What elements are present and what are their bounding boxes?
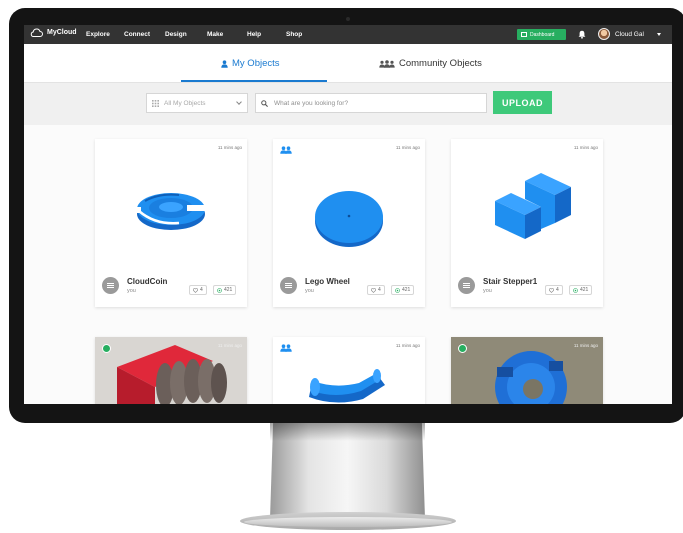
public-globe-icon [458, 344, 467, 353]
card-title[interactable]: Stair Stepper1 [483, 277, 537, 286]
public-globe-icon [102, 344, 111, 353]
dashboard-button[interactable]: Dashboard [517, 29, 566, 40]
tab-community-objects[interactable]: Community Objects [379, 58, 482, 69]
card-timestamp: 11 mins ago [395, 145, 420, 150]
object-thumbnail[interactable] [451, 153, 603, 263]
filter-dropdown[interactable]: All My Objects [146, 93, 248, 113]
cloud-logo-icon [30, 28, 43, 37]
search-field[interactable] [255, 93, 487, 113]
user-name[interactable]: Cloud Gal [615, 31, 644, 38]
person-icon [221, 59, 228, 68]
brand-name: MyCloud [47, 29, 77, 36]
card-title[interactable]: Lego Wheel [305, 277, 350, 286]
object-card[interactable]: 11 mins ago Lego Wheel you 4 421 [273, 139, 425, 307]
card-owner: you [127, 288, 136, 294]
owner-avatar[interactable] [102, 277, 119, 294]
views-badge[interactable]: 421 [391, 285, 415, 295]
owner-avatar[interactable] [280, 277, 297, 294]
likes-badge[interactable]: 4 [545, 285, 563, 295]
avatar[interactable] [598, 28, 610, 40]
card-timestamp: 11 mins ago [217, 343, 242, 348]
heart-icon [193, 287, 198, 293]
card-owner: you [305, 288, 314, 294]
heart-icon [371, 287, 376, 293]
eye-icon [573, 287, 578, 293]
screen: MyCloud Explore Connect Design Make Help… [24, 25, 672, 404]
nav-design[interactable]: Design [165, 31, 187, 38]
chevron-down-icon [236, 99, 242, 105]
monitor-base-front [244, 517, 452, 527]
logo[interactable]: MyCloud [30, 28, 77, 37]
upload-button[interactable]: UPLOAD [493, 91, 552, 114]
object-card[interactable]: 11 mins ago CloudCoin you 4 421 [95, 139, 247, 307]
object-tabs: My Objects Community Objects [24, 44, 672, 83]
nav-shop[interactable]: Shop [286, 31, 302, 38]
views-badge[interactable]: 421 [569, 285, 593, 295]
nav-explore[interactable]: Explore [86, 31, 110, 38]
search-bar-row: All My Objects UPLOAD [24, 83, 672, 125]
likes-badge[interactable]: 4 [367, 285, 385, 295]
object-thumbnail[interactable] [273, 153, 425, 263]
object-card[interactable]: 11 mins ago [95, 337, 247, 404]
card-owner-row: Stair Stepper1 you 4 421 [458, 275, 598, 295]
likes-count: 4 [378, 287, 381, 293]
card-owner: you [483, 288, 492, 294]
webcam [346, 17, 350, 21]
owner-avatar[interactable] [458, 277, 475, 294]
eye-icon [217, 287, 222, 293]
card-timestamp: 11 mins ago [217, 145, 242, 150]
card-timestamp: 11 mins ago [573, 343, 598, 348]
object-card[interactable]: 11 mins ago [451, 337, 603, 404]
likes-count: 4 [200, 287, 203, 293]
eye-icon [395, 287, 400, 293]
card-timestamp: 11 mins ago [573, 145, 598, 150]
objects-grid: 11 mins ago CloudCoin you 4 421 11 mins … [24, 125, 672, 404]
nav-connect[interactable]: Connect [124, 31, 150, 38]
views-count: 421 [580, 287, 589, 293]
likes-count: 4 [556, 287, 559, 293]
card-timestamp: 11 mins ago [395, 343, 420, 348]
views-badge[interactable]: 421 [213, 285, 237, 295]
card-owner-row: CloudCoin you 4 421 [102, 275, 242, 295]
object-thumbnail[interactable] [95, 153, 247, 263]
nav-help[interactable]: Help [247, 31, 261, 38]
active-tab-indicator [181, 80, 327, 82]
top-navbar: MyCloud Explore Connect Design Make Help… [24, 25, 672, 44]
search-input[interactable] [274, 99, 474, 107]
caret-down-icon[interactable] [657, 33, 661, 36]
bell-icon[interactable] [578, 30, 586, 39]
nav-make[interactable]: Make [207, 31, 223, 38]
likes-badge[interactable]: 4 [189, 285, 207, 295]
object-thumbnail[interactable] [273, 351, 425, 404]
object-card[interactable]: 11 mins ago [273, 337, 425, 404]
dashboard-icon [521, 32, 527, 37]
tab-my-objects[interactable]: My Objects [221, 58, 280, 69]
search-icon [261, 99, 268, 107]
tab-my-objects-label: My Objects [232, 58, 280, 69]
people-icon [379, 59, 395, 68]
card-title[interactable]: CloudCoin [127, 277, 167, 286]
tab-community-label: Community Objects [399, 58, 482, 69]
dashboard-label: Dashboard [530, 31, 555, 38]
grid-icon [152, 99, 159, 107]
heart-icon [549, 287, 554, 293]
stand-shadow [270, 423, 425, 441]
card-owner-row: Lego Wheel you 4 421 [280, 275, 420, 295]
filter-value: All My Objects [164, 99, 206, 107]
views-count: 421 [402, 287, 411, 293]
object-card[interactable]: 11 mins ago Stair Stepper1 you 4 421 [451, 139, 603, 307]
views-count: 421 [224, 287, 233, 293]
